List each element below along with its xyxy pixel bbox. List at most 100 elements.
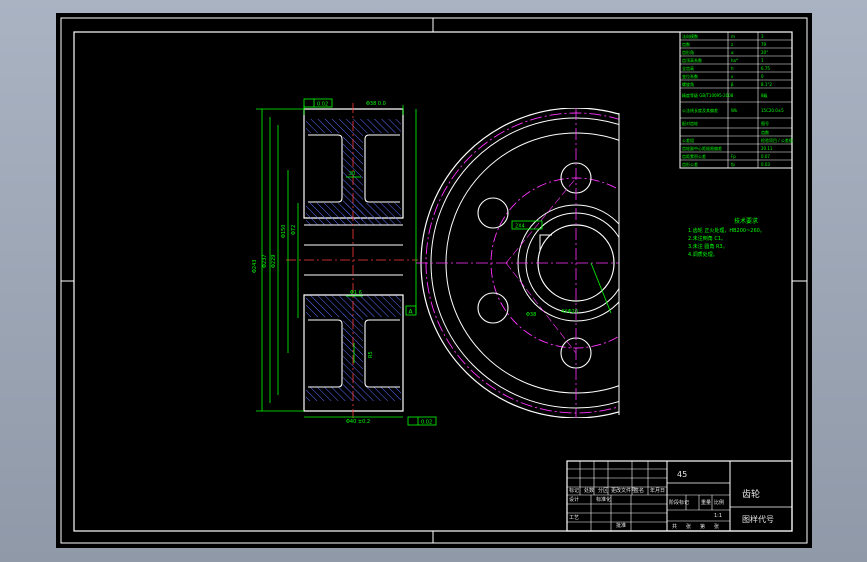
- tech-item-3: 3.未注 圆角 R3。: [688, 243, 728, 250]
- keyway-dim: 2X4: [511, 220, 543, 230]
- param-value: 20°: [761, 50, 768, 55]
- param-name: 法向模数: [682, 33, 698, 39]
- param-row: 精度等级 GB/T10095-2008 8级: [680, 88, 792, 103]
- material-text: 45: [677, 470, 687, 479]
- drawing-code-text: 图样代号: [742, 514, 774, 524]
- bottom-tolerance-text: 0.02: [421, 420, 432, 426]
- datum-a: A: [405, 305, 417, 316]
- cavity-left-top: [308, 134, 343, 203]
- pitch-dim-text: Φ237: [262, 255, 268, 268]
- dimension-lines: [256, 105, 417, 418]
- drawing-viewport[interactable]: 0.02 Φ38 0.0 0.02 Φ40 ±0.2 A 20 Φ1 6 Φ24…: [56, 13, 812, 548]
- datum-label: A: [409, 309, 414, 316]
- param-name: 精度等级 GB/T10095-2008: [682, 92, 734, 98]
- param-row: 全齿高 h 6.75: [680, 64, 792, 73]
- gear-parameter-table: 法向模数 m 3 齿数 z 79 齿形角 α 20° 齿顶高系数 ha* 1 全齿高 h 6.75 变位系数 x…: [679, 31, 793, 169]
- web-dim-text: Φ150: [281, 225, 287, 238]
- param-symbol: ha*: [731, 58, 738, 63]
- sheet-1: 共: [672, 523, 677, 530]
- param-name: 齿顶高系数: [682, 57, 702, 63]
- param-row: 齿形角 α 20°: [680, 48, 792, 57]
- hatch-rim-top: [306, 119, 401, 133]
- param-row: 变位系数 x 0: [680, 72, 792, 81]
- hub-dia-text: Φ72: [291, 225, 297, 235]
- hdr-2: 分区: [598, 487, 608, 494]
- param-value: 0.07: [761, 154, 770, 159]
- inner-frame: [73, 31, 793, 532]
- sheet-4: 张: [714, 523, 719, 530]
- param-name: 公法线长度及其偏差: [682, 107, 718, 113]
- param-value: 8级: [761, 92, 768, 98]
- param-name: 齿形角: [682, 49, 694, 55]
- part-name-text: 齿轮: [742, 488, 760, 500]
- param-row: 配对齿轮 图号: [680, 118, 792, 129]
- param-value: 0.03: [761, 162, 770, 167]
- hdr-0: 标记: [569, 487, 579, 494]
- hub-width-text: 20: [349, 171, 355, 177]
- param-row: 齿数: [680, 128, 792, 137]
- technical-requirements: 技术要求 1.齿轮 正火处理，HB200~260。 2.未注倒角 C1。 3.未…: [688, 217, 765, 258]
- param-name: 齿形公差: [682, 161, 698, 167]
- param-symbol: fp: [731, 162, 735, 167]
- sheet-3: 第: [700, 523, 705, 530]
- bottom-dimension-text: Φ40 ±0.2: [346, 419, 370, 425]
- top-dimension-text: Φ38 0.0: [366, 101, 386, 107]
- lightening-hole-2: [477, 197, 509, 229]
- svg-text:2X4: 2X4: [515, 224, 525, 230]
- param-symbol: z: [731, 42, 733, 47]
- process-label: 工艺: [569, 515, 579, 521]
- hdr-1: 处数: [584, 487, 594, 494]
- standard-label: 标准化: [596, 496, 611, 503]
- hatch-rim-bottom: [306, 387, 401, 401]
- param-row: 齿形公差 fp 0.03: [680, 160, 792, 169]
- param-value: 20.11: [761, 146, 773, 151]
- cavity-right-top: [364, 134, 400, 203]
- tech-item-4: 4.调质处理。: [688, 251, 718, 258]
- param-row: 公法线长度及其偏差 Wk 15C20.0±5: [680, 102, 792, 119]
- tech-item-2: 2.未注倒角 C1。: [688, 235, 726, 242]
- param-value: 15C20.0±5: [761, 108, 784, 113]
- weight-label: 重量: [701, 499, 711, 506]
- param-value: 6.75: [761, 66, 770, 71]
- param-value: 8.1°2: [761, 82, 772, 87]
- fillet-dim-text: R5: [368, 351, 374, 358]
- holes-dim-text: 4XΦ20: [561, 309, 578, 315]
- param-symbol: m: [731, 34, 735, 39]
- param-value: 检验项目 / 公差值: [761, 137, 793, 143]
- param-name: 公差组: [682, 137, 694, 143]
- tolerance-frame-bottom: 0.02 Φ40 ±0.2: [346, 416, 437, 426]
- param-name: 螺旋角: [682, 81, 694, 87]
- tech-title: 技术要求: [734, 217, 758, 225]
- cavity-left-bottom: [308, 319, 343, 388]
- param-symbol: x: [731, 74, 734, 79]
- approve-label: 批准: [616, 522, 626, 529]
- od-dim-text: Φ243: [252, 260, 258, 273]
- param-name: 齿轮副中心距极限偏差: [682, 145, 722, 151]
- root-dim-text: Φ229: [271, 255, 277, 268]
- param-name: 变位系数: [682, 73, 698, 79]
- cad-drawing: 0.02 Φ38 0.0 0.02 Φ40 ±0.2 A 20 Φ1 6 Φ24…: [60, 17, 808, 544]
- param-value: 图号: [761, 120, 769, 126]
- hdr-3: 更改文件号: [611, 487, 636, 494]
- param-value: 79: [761, 42, 767, 47]
- param-value: 3: [761, 34, 764, 39]
- param-row: 齿顶高系数 ha* 1: [680, 56, 792, 65]
- param-row: 齿轮副中心距极限偏差 20.11: [680, 144, 792, 153]
- param-name: 齿距累积公差: [682, 153, 706, 159]
- param-name: 全齿高: [682, 65, 694, 71]
- param-row: 齿距累积公差 Fp 0.07: [680, 152, 792, 161]
- hatch-hub-top: [306, 203, 401, 225]
- param-row: 螺旋角 β 8.1°2: [680, 80, 792, 89]
- param-row: 齿数 z 79: [680, 40, 792, 49]
- param-symbol: Wk: [731, 108, 738, 113]
- hub-dim-text: Φ1 6: [350, 290, 362, 296]
- param-value: 1: [761, 58, 764, 63]
- param-symbol: β: [731, 82, 734, 87]
- hdr-4: 签名: [634, 487, 644, 494]
- section-view: 0.02 Φ38 0.0 0.02 Φ40 ±0.2 A 20 Φ1 6 Φ24…: [252, 98, 437, 426]
- title-block: 45 齿轮 图样代号 阶段标记 重量 比例 1:1 共 张 第 张 标记 处数 …: [566, 460, 793, 532]
- tech-item-1: 1.齿轮 正火处理，HB200~260。: [688, 227, 765, 234]
- scale-value: 1:1: [714, 513, 722, 519]
- param-row: 法向模数 m 3: [680, 32, 792, 41]
- param-symbol: α: [731, 50, 734, 55]
